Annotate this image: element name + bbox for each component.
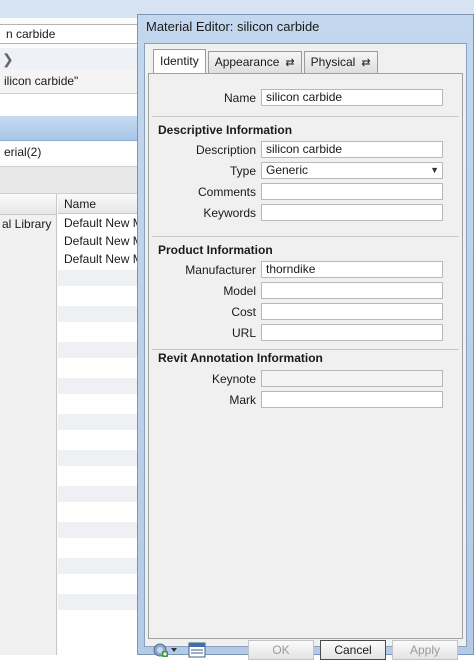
material-list: Default New M Default New M Default New … bbox=[58, 215, 140, 269]
url-row: URL bbox=[149, 323, 462, 343]
browser-blank-row bbox=[0, 94, 140, 117]
browser-search-results-header: ilicon carbide" bbox=[0, 70, 140, 94]
list-stripe bbox=[58, 306, 140, 322]
comments-row: Comments bbox=[149, 182, 462, 202]
manufacturer-row: Manufacturer thorndike bbox=[149, 260, 462, 280]
manufacturer-field[interactable]: thorndike bbox=[261, 261, 443, 278]
material-editor-dialog: Material Editor: silicon carbide Identit… bbox=[137, 14, 474, 660]
list-stripe bbox=[58, 558, 140, 574]
type-select[interactable]: Generic ▼ bbox=[261, 162, 443, 179]
revit-section-heading: Revit Annotation Information bbox=[158, 351, 323, 365]
swap-icon[interactable]: ⇄ bbox=[361, 57, 370, 69]
model-label: Model bbox=[223, 284, 256, 298]
comments-field[interactable] bbox=[261, 183, 443, 200]
material-list-name-header[interactable]: Name bbox=[58, 194, 140, 214]
dialog-body: Identity Appearance ⇄ Physical ⇄ Name sili… bbox=[144, 43, 467, 660]
tab-appearance[interactable]: Appearance ⇄ bbox=[207, 51, 302, 73]
list-stripe bbox=[58, 486, 140, 502]
url-label: URL bbox=[231, 326, 256, 340]
name-row: Name silicon carbide bbox=[149, 88, 462, 108]
tab-label: Physical bbox=[310, 55, 356, 69]
list-stripe bbox=[58, 414, 140, 430]
swap-icon[interactable]: ⇄ bbox=[285, 57, 294, 69]
list-item[interactable]: Default New M bbox=[58, 215, 140, 233]
browser-selected-band bbox=[0, 116, 140, 141]
library-tree-header bbox=[0, 194, 56, 215]
product-section-heading: Product Information bbox=[158, 243, 273, 257]
material-browser-icon[interactable] bbox=[188, 642, 206, 658]
model-row: Model bbox=[149, 281, 462, 301]
name-field[interactable]: silicon carbide bbox=[261, 89, 443, 106]
dialog-button-bar: OK Cancel Apply bbox=[148, 638, 463, 662]
keynote-row: Keynote bbox=[149, 369, 462, 389]
description-row: Description silicon carbide bbox=[149, 140, 462, 160]
comments-label: Comments bbox=[197, 185, 256, 199]
list-stripe bbox=[58, 522, 140, 538]
cost-field[interactable] bbox=[261, 303, 443, 320]
list-stripe bbox=[58, 378, 140, 394]
type-select-value: Generic bbox=[266, 163, 309, 177]
keywords-row: Keywords bbox=[149, 203, 462, 223]
description-label: Description bbox=[195, 143, 256, 157]
type-label: Type bbox=[229, 164, 256, 178]
browser-material-count[interactable]: erial(2) bbox=[0, 142, 140, 164]
library-tree-item[interactable]: al Library bbox=[0, 215, 56, 233]
manufacturer-label: Manufacturer bbox=[185, 263, 256, 277]
list-item[interactable]: Default New M bbox=[58, 233, 140, 251]
cost-label: Cost bbox=[231, 305, 256, 319]
browser-breadcrumb: ❯ bbox=[0, 48, 140, 71]
library-tree-panel bbox=[0, 194, 57, 655]
list-stripe bbox=[58, 342, 140, 358]
name-label: Name bbox=[223, 91, 256, 105]
tab-label: Appearance bbox=[214, 55, 280, 69]
ok-button[interactable]: OK bbox=[248, 640, 314, 660]
cost-row: Cost bbox=[149, 302, 462, 322]
list-stripe bbox=[58, 450, 140, 466]
list-item[interactable]: Default New M bbox=[58, 251, 140, 269]
dropdown-arrow-icon[interactable]: ▼ bbox=[430, 163, 439, 178]
model-field[interactable] bbox=[261, 282, 443, 299]
add-material-icon[interactable] bbox=[153, 642, 179, 658]
type-row: Type Generic ▼ bbox=[149, 161, 462, 181]
keynote-field[interactable] bbox=[261, 370, 443, 387]
keywords-field[interactable] bbox=[261, 204, 443, 221]
list-stripe bbox=[58, 270, 140, 286]
keywords-label: Keywords bbox=[203, 206, 256, 220]
divider bbox=[152, 116, 459, 117]
browser-library-toolbar bbox=[0, 166, 140, 194]
tab-label: Identity bbox=[160, 54, 199, 68]
keynote-label: Keynote bbox=[211, 372, 256, 386]
tab-identity[interactable]: Identity bbox=[153, 49, 206, 73]
browser-search-input[interactable]: n carbide bbox=[0, 24, 140, 44]
divider bbox=[152, 236, 459, 237]
description-field[interactable]: silicon carbide bbox=[261, 141, 443, 158]
cancel-button[interactable]: Cancel bbox=[320, 640, 386, 660]
tab-physical[interactable]: Physical ⇄ bbox=[303, 51, 378, 73]
apply-button[interactable]: Apply bbox=[392, 640, 458, 660]
mark-row: Mark bbox=[149, 390, 462, 410]
mark-field[interactable] bbox=[261, 391, 443, 408]
list-stripe bbox=[58, 594, 140, 610]
identity-panel: Name silicon carbide Descriptive Informa… bbox=[148, 73, 463, 639]
url-field[interactable] bbox=[261, 324, 443, 341]
editor-tabs: Identity Appearance ⇄ Physical ⇄ bbox=[153, 49, 380, 73]
dialog-title: Material Editor: silicon carbide bbox=[146, 19, 320, 34]
descriptive-section-heading: Descriptive Information bbox=[158, 123, 293, 137]
breadcrumb-chevron-icon[interactable]: ❯ bbox=[2, 51, 14, 67]
mark-label: Mark bbox=[229, 393, 256, 407]
